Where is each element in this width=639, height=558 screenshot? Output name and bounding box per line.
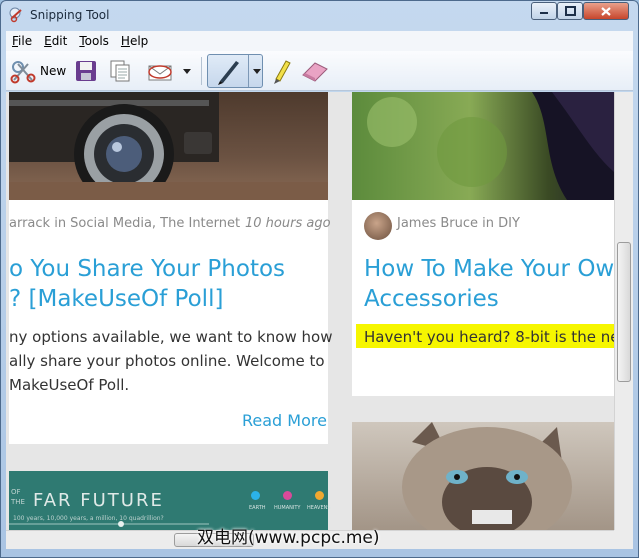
highlighter-button[interactable]	[270, 55, 292, 87]
article-excerpt-line-2: ally share your photos online. Welcome t…	[9, 352, 325, 370]
article-headline-line-1[interactable]: How To Make Your Own	[364, 254, 614, 284]
article-headline-line-2[interactable]: ? [MakeUseOf Poll]	[9, 284, 223, 314]
toolbar-separator	[201, 57, 202, 85]
earth-dot	[251, 491, 260, 500]
snipping-tool-window: Snipping Tool File Edit Tools Help New a…	[0, 0, 639, 558]
menu-file[interactable]: File	[12, 34, 32, 48]
article-card-right: James Bruce in DIY How To Make Your Own …	[352, 92, 614, 396]
minimize-icon	[540, 12, 548, 14]
article-timestamp: 10 hours ago	[245, 216, 331, 231]
send-snip-dropdown[interactable]	[182, 55, 196, 87]
close-icon	[601, 6, 611, 16]
nature-thumbnail-image	[352, 92, 614, 200]
watermark-text: 双电网(www.pcpc.me)	[197, 528, 380, 548]
infographic-prefix-bottom: THE	[11, 498, 25, 506]
menu-help[interactable]: Help	[121, 34, 148, 48]
menu-bar: File Edit Tools Help	[6, 31, 633, 51]
foliage-photo	[367, 92, 614, 200]
kitten-photo	[402, 422, 572, 530]
infographic-card: OF THE FAR FUTURE 100 years, 10,000 year…	[9, 471, 331, 530]
save-button[interactable]	[74, 55, 100, 87]
maximize-icon	[564, 6, 576, 16]
snipping-tool-app-icon	[9, 7, 22, 23]
chevron-down-icon[interactable]	[252, 67, 262, 75]
highlighter-icon	[274, 60, 291, 84]
article-card-right-2	[352, 422, 614, 530]
envelope-icon	[148, 65, 172, 81]
close-button[interactable]	[583, 2, 629, 20]
pen-split-divider	[248, 55, 249, 87]
camera-thumbnail-image	[9, 92, 328, 200]
eraser-icon	[302, 62, 328, 82]
copy-button[interactable]	[108, 55, 134, 87]
scissors-icon	[10, 61, 36, 84]
heavens-label: HEAVENS	[307, 505, 331, 511]
humanity-label: HUMANITY	[274, 505, 301, 511]
maximize-button[interactable]	[557, 2, 583, 20]
timeline-track	[9, 521, 209, 527]
heavens-dot	[315, 491, 324, 500]
article-headline-line-2[interactable]: Accessories	[364, 284, 499, 314]
snip-canvas[interactable]: arrack in Social Media, The Internet 10 …	[6, 92, 614, 530]
menu-edit[interactable]: Edit	[44, 34, 67, 48]
send-snip-button[interactable]	[146, 55, 176, 87]
humanity-dot	[283, 491, 292, 500]
article-excerpt-line-1: ny options available, we want to know ho…	[9, 328, 333, 346]
article-headline-line-1[interactable]: o You Share Your Photos	[9, 254, 285, 284]
camera-photo	[9, 92, 328, 200]
article-author-category[interactable]: arrack in Social Media, The Internet	[9, 216, 240, 231]
vertical-scroll-thumb[interactable]	[617, 242, 631, 382]
pen-tool-button[interactable]	[207, 54, 263, 88]
window-title: Snipping Tool	[30, 8, 110, 22]
author-avatar[interactable]	[364, 212, 392, 240]
chevron-down-icon	[183, 69, 191, 74]
new-label: New	[40, 64, 67, 78]
article-excerpt-line-3: MakeUseOf Poll.	[9, 376, 130, 394]
scrollbar-corner	[614, 530, 633, 549]
pen-icon	[218, 61, 239, 85]
article-card-left: arrack in Social Media, The Internet 10 …	[9, 92, 332, 444]
infographic-prefix-top: OF	[11, 488, 21, 496]
toolbar: New	[6, 51, 633, 91]
article-author-category[interactable]: James Bruce in DIY	[397, 216, 520, 231]
vertical-scrollbar[interactable]	[614, 92, 633, 530]
minimize-button[interactable]	[531, 2, 557, 20]
new-snip-button[interactable]: New	[10, 55, 68, 87]
earth-label: EARTH	[249, 505, 266, 511]
eraser-button[interactable]	[300, 55, 330, 87]
title-bar[interactable]: Snipping Tool	[1, 1, 638, 29]
menu-tools[interactable]: Tools	[79, 34, 109, 48]
read-more-link[interactable]: Read More	[242, 411, 327, 430]
copy-icon	[110, 60, 130, 82]
floppy-disk-icon	[76, 61, 96, 81]
kitten-thumbnail-image	[352, 422, 614, 530]
infographic-title: FAR FUTURE	[33, 490, 164, 511]
article-excerpt-highlighted: Haven't you heard? 8-bit is the new bl	[364, 328, 614, 346]
